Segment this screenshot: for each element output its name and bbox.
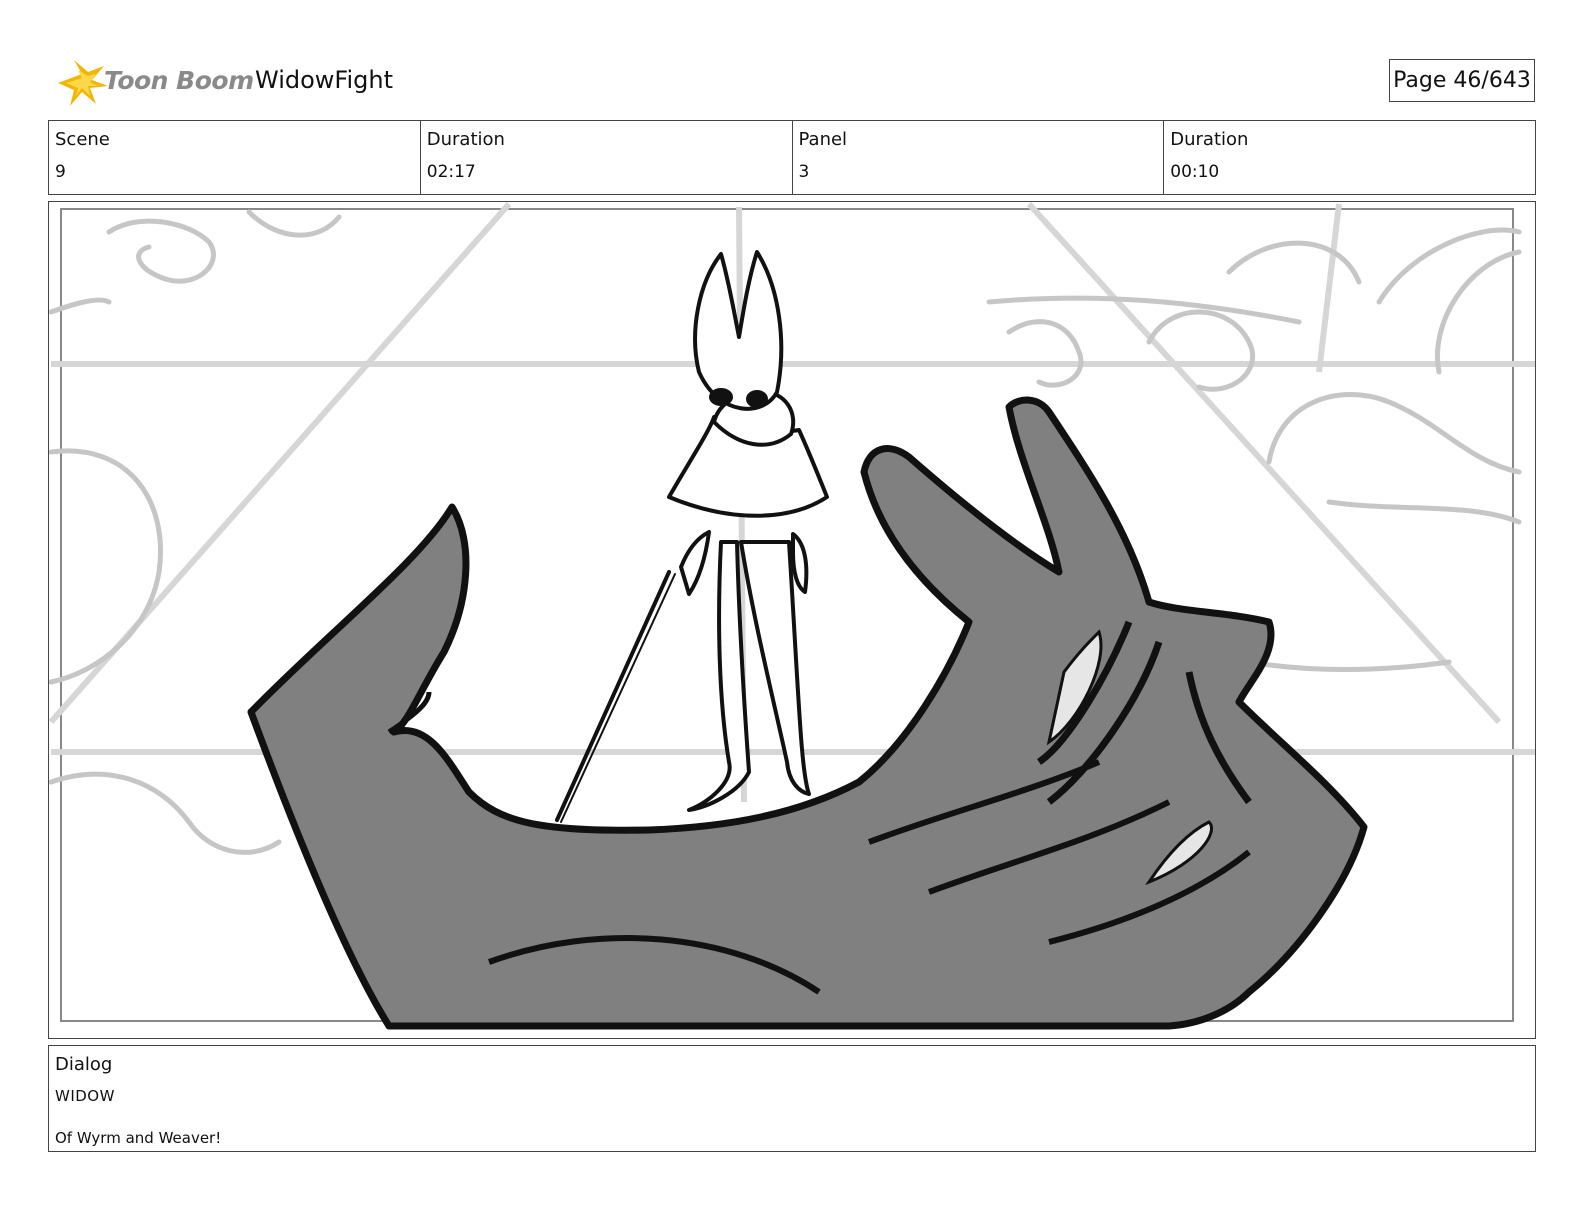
starburst-icon: [58, 60, 108, 106]
panel-cell: Panel 3: [793, 121, 1165, 194]
scene-duration-label: Duration: [426, 129, 505, 150]
scene-value: 9: [55, 162, 66, 182]
project-title: WidowFight: [255, 66, 393, 94]
scene-cell: Scene 9: [49, 121, 421, 194]
toon-boom-logo: Toon Boom: [52, 56, 254, 110]
page-label: Page: [1393, 68, 1447, 93]
dialog-character: WIDOW: [55, 1087, 115, 1105]
panel-info-table: Scene 9 Duration 02:17 Panel 3 Duration …: [48, 120, 1536, 195]
storyboard-panel: [48, 201, 1536, 1039]
dialog-label: Dialog: [55, 1054, 113, 1075]
scene-duration-value: 02:17: [426, 162, 476, 182]
hornet-figure: [555, 250, 829, 823]
panel-sketch: [49, 202, 1535, 1030]
dialog-box: Dialog WIDOW Of Wyrm and Weaver!: [48, 1045, 1536, 1152]
logo-wordmark: Toon Boom: [104, 66, 254, 95]
scene-label: Scene: [55, 129, 110, 150]
panel-duration-value: 00:10: [1170, 162, 1220, 182]
panel-value: 3: [798, 162, 810, 182]
panel-duration-cell: Duration 00:10: [1164, 121, 1535, 194]
scene-duration-cell: Duration 02:17: [421, 121, 793, 194]
dialog-line: Of Wyrm and Weaver!: [55, 1129, 222, 1147]
page-number: 46/643: [1453, 68, 1531, 93]
page-indicator: Page 46/643: [1389, 59, 1535, 102]
panel-duration-label: Duration: [1170, 129, 1249, 150]
panel-label: Panel: [798, 129, 848, 150]
